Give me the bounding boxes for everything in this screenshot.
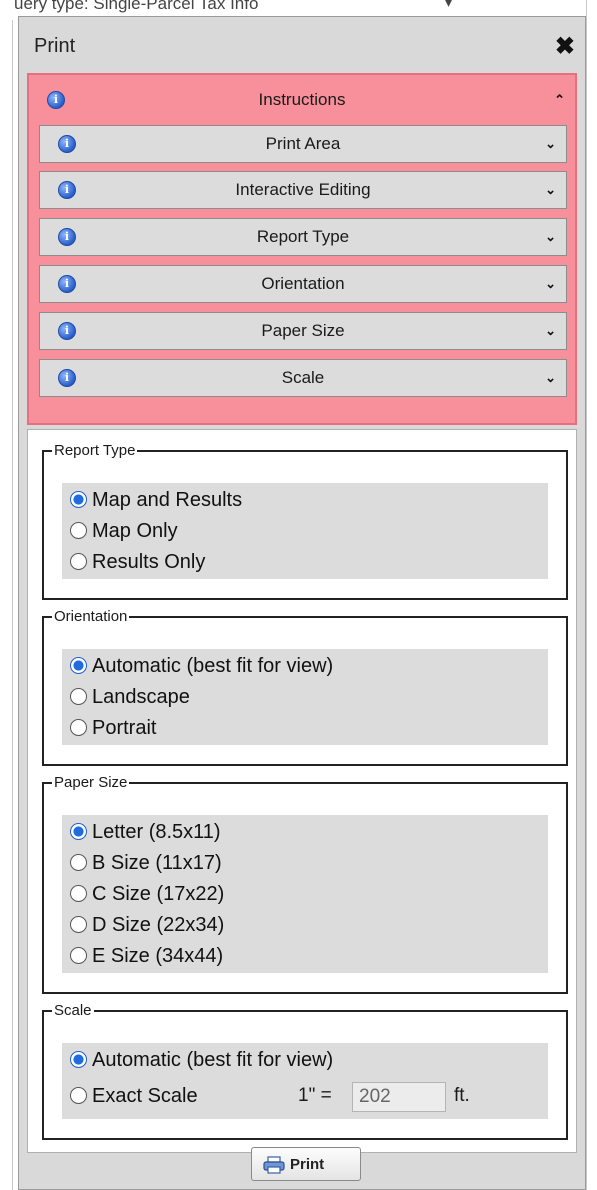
radio-button[interactable] <box>70 947 87 964</box>
report-type-group: Report Type Map and Results Map Only Res… <box>42 442 568 600</box>
printer-icon <box>263 1156 285 1174</box>
radio-button-selected[interactable] <box>70 657 87 674</box>
query-type-text: uery type: Single-Parcel Tax Info <box>14 0 259 13</box>
accordion-header-label: Instructions <box>258 90 346 109</box>
radio-letter[interactable]: Letter (8.5x11) <box>70 817 221 847</box>
radio-button[interactable] <box>70 885 87 902</box>
background-left-edge <box>0 20 13 1190</box>
accordion-item-scale[interactable]: i Scale ⌄ <box>39 359 567 397</box>
radio-d-size[interactable]: D Size (22x34) <box>70 910 224 940</box>
radio-label: Portrait <box>92 717 157 739</box>
accordion-item-label: Scale <box>281 368 325 387</box>
accordion-item-paper-size[interactable]: i Paper Size ⌄ <box>39 312 567 350</box>
print-options-panel: Report Type Map and Results Map Only Res… <box>27 429 577 1153</box>
accordion-item-interactive-editing[interactable]: i Interactive Editing ⌄ <box>39 171 567 209</box>
radio-label: Results Only <box>92 551 206 573</box>
paper-size-group: Paper Size Letter (8.5x11) B Size (11x17… <box>42 774 568 994</box>
print-button-label: Print <box>290 1156 325 1173</box>
radio-button[interactable] <box>70 522 87 539</box>
paper-size-legend: Paper Size <box>54 774 128 791</box>
scale-legend: Scale <box>54 1002 92 1019</box>
exact-scale-row: 1" = ft. <box>62 1081 548 1113</box>
radio-label: Automatic (best fit for view) <box>92 655 334 677</box>
chevron-down-icon[interactable]: ⌄ <box>545 275 556 293</box>
report-type-legend: Report Type <box>54 442 136 459</box>
radio-map-and-results[interactable]: Map and Results <box>70 485 242 515</box>
chevron-up-icon[interactable]: ⌃ <box>554 91 565 109</box>
accordion-item-label: Interactive Editing <box>235 180 371 199</box>
chevron-down-icon[interactable]: ⌄ <box>545 135 556 153</box>
radio-results-only[interactable]: Results Only <box>70 547 205 577</box>
chevron-down-icon: ▾ <box>445 0 453 10</box>
radio-button-selected[interactable] <box>70 491 87 508</box>
scale-unit: ft. <box>454 1085 470 1106</box>
radio-automatic-scale[interactable]: Automatic (best fit for view) <box>70 1045 333 1075</box>
radio-button[interactable] <box>70 688 87 705</box>
accordion-item-print-area[interactable]: i Print Area ⌄ <box>39 125 567 163</box>
accordion-header-instructions[interactable]: i Instructions ⌃ <box>29 75 575 125</box>
scale-group: Scale Automatic (best fit for view) Exac… <box>42 1002 568 1140</box>
scale-prefix: 1" = <box>298 1085 332 1106</box>
radio-label: Letter (8.5x11) <box>92 821 221 843</box>
accordion-item-label: Paper Size <box>261 321 345 340</box>
radio-landscape[interactable]: Landscape <box>70 682 190 712</box>
print-button[interactable]: Print <box>251 1147 361 1181</box>
chevron-down-icon[interactable]: ⌄ <box>545 228 556 246</box>
radio-e-size[interactable]: E Size (34x44) <box>70 941 223 971</box>
exact-scale-input[interactable] <box>352 1082 446 1112</box>
close-icon[interactable]: ✖ <box>555 35 575 59</box>
accordion-item-report-type[interactable]: i Report Type ⌄ <box>39 218 567 256</box>
radio-label: D Size (22x34) <box>92 914 225 936</box>
radio-label: Map Only <box>92 520 178 542</box>
radio-button[interactable] <box>70 854 87 871</box>
accordion-item-label: Print Area <box>265 134 341 153</box>
radio-button-selected[interactable] <box>70 823 87 840</box>
radio-b-size[interactable]: B Size (11x17) <box>70 848 222 878</box>
chevron-down-icon[interactable]: ⌄ <box>545 181 556 199</box>
accordion-item-orientation[interactable]: i Orientation ⌄ <box>39 265 567 303</box>
orientation-options: Automatic (best fit for view) Landscape … <box>62 649 548 745</box>
radio-label: Automatic (best fit for view) <box>92 1049 334 1071</box>
chevron-down-icon[interactable]: ⌄ <box>545 322 556 340</box>
radio-label: E Size (34x44) <box>92 945 224 967</box>
radio-button-selected[interactable] <box>70 1051 87 1068</box>
radio-label: Map and Results <box>92 489 243 511</box>
radio-button[interactable] <box>70 553 87 570</box>
orientation-group: Orientation Automatic (best fit for view… <box>42 608 568 766</box>
background-right-edge <box>586 0 597 1190</box>
dialog-title: Print <box>34 35 76 57</box>
paper-size-options: Letter (8.5x11) B Size (11x17) C Size (1… <box>62 815 548 973</box>
radio-button[interactable] <box>70 719 87 736</box>
radio-automatic-orientation[interactable]: Automatic (best fit for view) <box>70 651 333 681</box>
instructions-accordion: i Instructions ⌃ i Print Area ⌄ i Intera… <box>27 73 577 425</box>
accordion-item-label: Report Type <box>256 227 350 246</box>
radio-portrait[interactable]: Portrait <box>70 713 156 743</box>
radio-label: Landscape <box>92 686 190 708</box>
radio-label: B Size (11x17) <box>92 852 222 874</box>
radio-map-only[interactable]: Map Only <box>70 516 178 546</box>
report-type-options: Map and Results Map Only Results Only <box>62 483 548 579</box>
radio-label: C Size (17x22) <box>92 883 225 905</box>
radio-c-size[interactable]: C Size (17x22) <box>70 879 224 909</box>
print-dialog: Print ✖ i Instructions ⌃ i Print Area ⌄ … <box>18 16 586 1190</box>
dialog-header: Print ✖ <box>19 17 585 69</box>
chevron-down-icon[interactable]: ⌄ <box>545 369 556 387</box>
radio-button[interactable] <box>70 916 87 933</box>
accordion-item-label: Orientation <box>261 274 345 293</box>
scale-options: Automatic (best fit for view) Exact Scal… <box>62 1043 548 1119</box>
orientation-legend: Orientation <box>54 608 128 625</box>
